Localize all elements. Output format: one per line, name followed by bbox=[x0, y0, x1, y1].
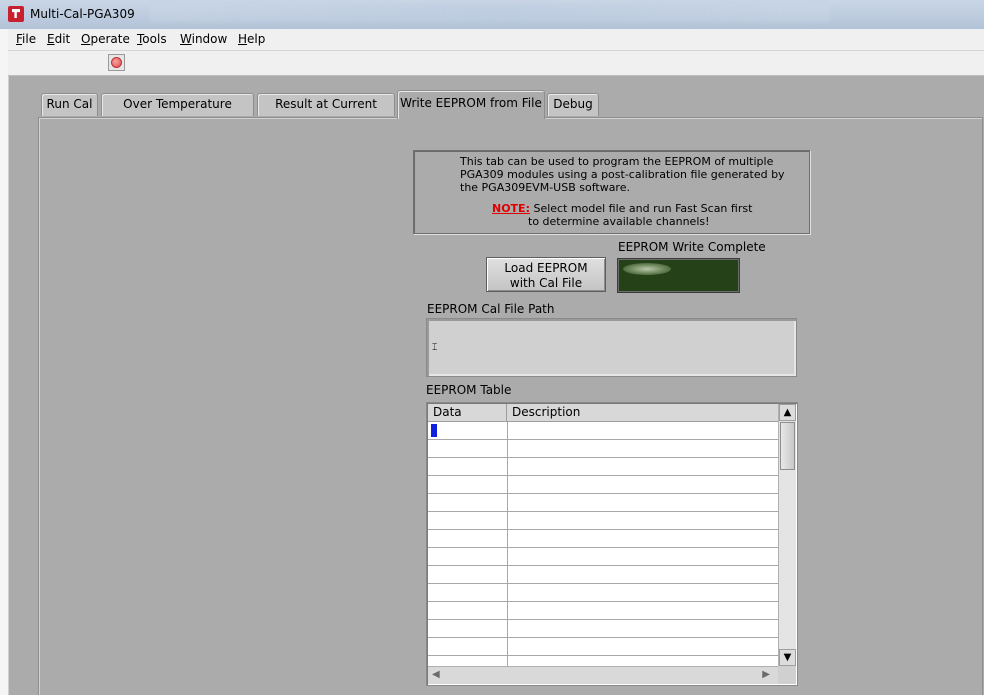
table-row[interactable] bbox=[428, 602, 778, 620]
tab-run-cal[interactable]: Run Cal bbox=[41, 93, 98, 116]
table-cell-data[interactable] bbox=[428, 440, 508, 457]
toolbar bbox=[8, 51, 984, 76]
title-bar: Multi-Cal-PGA309 bbox=[0, 0, 984, 30]
table-cell-data[interactable] bbox=[428, 494, 508, 511]
menu-edit[interactable]: Edit bbox=[47, 32, 70, 46]
table-cell-data[interactable] bbox=[428, 530, 508, 547]
scroll-corner bbox=[778, 666, 796, 684]
stop-icon bbox=[111, 57, 122, 68]
table-row[interactable] bbox=[428, 530, 778, 548]
tab-over-temperature-results[interactable]: Over Temperature Results bbox=[101, 93, 254, 132]
table-row[interactable] bbox=[428, 548, 778, 566]
table-cell-data[interactable] bbox=[428, 638, 508, 655]
info-line-1: This tab can be used to program the EEPR… bbox=[460, 155, 774, 168]
info-line-2: PGA309 modules using a post-calibration … bbox=[460, 168, 785, 181]
menu-help[interactable]: Help bbox=[238, 32, 265, 46]
table-cell-data[interactable] bbox=[428, 602, 508, 619]
table-row[interactable] bbox=[428, 584, 778, 602]
note-line-1: Select model file and run Fast Scan firs… bbox=[529, 202, 753, 215]
table-header: Data Description bbox=[428, 404, 778, 422]
table-cell-data[interactable] bbox=[428, 566, 508, 583]
table-cell-data[interactable] bbox=[428, 476, 508, 493]
window-title: Multi-Cal-PGA309 bbox=[30, 7, 135, 21]
menu-operate[interactable]: Operate bbox=[81, 32, 130, 46]
column-header-description[interactable]: Description bbox=[508, 404, 782, 421]
tab-write-eeprom-from-file[interactable]: Write EEPROM from File bbox=[397, 90, 545, 119]
tab-result-at-current-temp[interactable]: Result at Current Temp bbox=[257, 93, 395, 132]
info-line-3: the PGA309EVM-USB software. bbox=[460, 181, 630, 194]
eeprom-table[interactable]: Data Description ▲ ▼ ◀ ▶ bbox=[426, 402, 798, 686]
note-line-2: to determine available channels! bbox=[528, 215, 710, 228]
scroll-thumb[interactable] bbox=[780, 422, 795, 470]
table-row[interactable] bbox=[428, 476, 778, 494]
menu-window[interactable]: Window bbox=[180, 32, 227, 46]
table-row[interactable] bbox=[428, 422, 778, 440]
ti-logo-icon bbox=[8, 6, 24, 22]
table-cell-data[interactable] bbox=[428, 620, 508, 637]
table-row[interactable] bbox=[428, 512, 778, 530]
load-button-line-1: Load EEPROM bbox=[504, 261, 588, 275]
note-label: NOTE: bbox=[492, 202, 530, 215]
table-row[interactable] bbox=[428, 566, 778, 584]
table-cell-data[interactable] bbox=[428, 548, 508, 565]
load-button-line-2: with Cal File bbox=[509, 276, 583, 290]
info-box: This tab can be used to program the EEPR… bbox=[413, 150, 810, 234]
scroll-up-arrow-icon[interactable]: ▲ bbox=[779, 404, 796, 421]
menu-file[interactable]: File bbox=[16, 32, 36, 46]
note-text: NOTE: Select model file and run Fast Sca… bbox=[492, 202, 792, 228]
blurred-background-tabs bbox=[150, 4, 830, 22]
table-row[interactable] bbox=[428, 620, 778, 638]
table-row[interactable] bbox=[428, 458, 778, 476]
cal-file-path-label: EEPROM Cal File Path bbox=[427, 302, 555, 316]
table-row[interactable] bbox=[428, 638, 778, 656]
table-cell-data[interactable] bbox=[428, 584, 508, 601]
table-row[interactable] bbox=[428, 494, 778, 512]
scroll-down-arrow-icon[interactable]: ▼ bbox=[779, 649, 796, 666]
write-complete-indicator bbox=[617, 258, 740, 293]
horizontal-scrollbar[interactable]: ◀ ▶ bbox=[428, 666, 778, 684]
window-left-divider bbox=[8, 75, 9, 695]
table-cell-data[interactable] bbox=[428, 422, 508, 439]
table-cell-data[interactable] bbox=[428, 512, 508, 529]
eeprom-table-label: EEPROM Table bbox=[426, 383, 512, 397]
table-row[interactable] bbox=[428, 440, 778, 458]
menu-tools[interactable]: Tools bbox=[137, 32, 167, 46]
abort-execution-button[interactable] bbox=[108, 54, 125, 71]
write-complete-label: EEPROM Write Complete bbox=[618, 240, 766, 254]
table-cell-data[interactable] bbox=[428, 458, 508, 475]
info-text: This tab can be used to program the EEPR… bbox=[460, 155, 800, 194]
cal-file-path-field[interactable]: ⌶ bbox=[426, 318, 797, 377]
led-shine bbox=[623, 263, 671, 275]
vertical-scrollbar[interactable]: ▲ ▼ bbox=[778, 404, 796, 666]
tab-debug[interactable]: Debug bbox=[547, 93, 599, 116]
column-header-data[interactable]: Data bbox=[428, 404, 507, 421]
text-cursor-icon: ⌶ bbox=[432, 343, 438, 353]
menu-bar: File Edit Operate Tools Window Help bbox=[8, 29, 984, 51]
cell-cursor bbox=[431, 424, 437, 437]
window-left-border bbox=[0, 29, 8, 695]
scroll-right-arrow-icon[interactable]: ▶ bbox=[762, 669, 770, 680]
scroll-left-arrow-icon[interactable]: ◀ bbox=[432, 669, 440, 680]
load-eeprom-button[interactable]: Load EEPROM with Cal File bbox=[486, 257, 606, 292]
